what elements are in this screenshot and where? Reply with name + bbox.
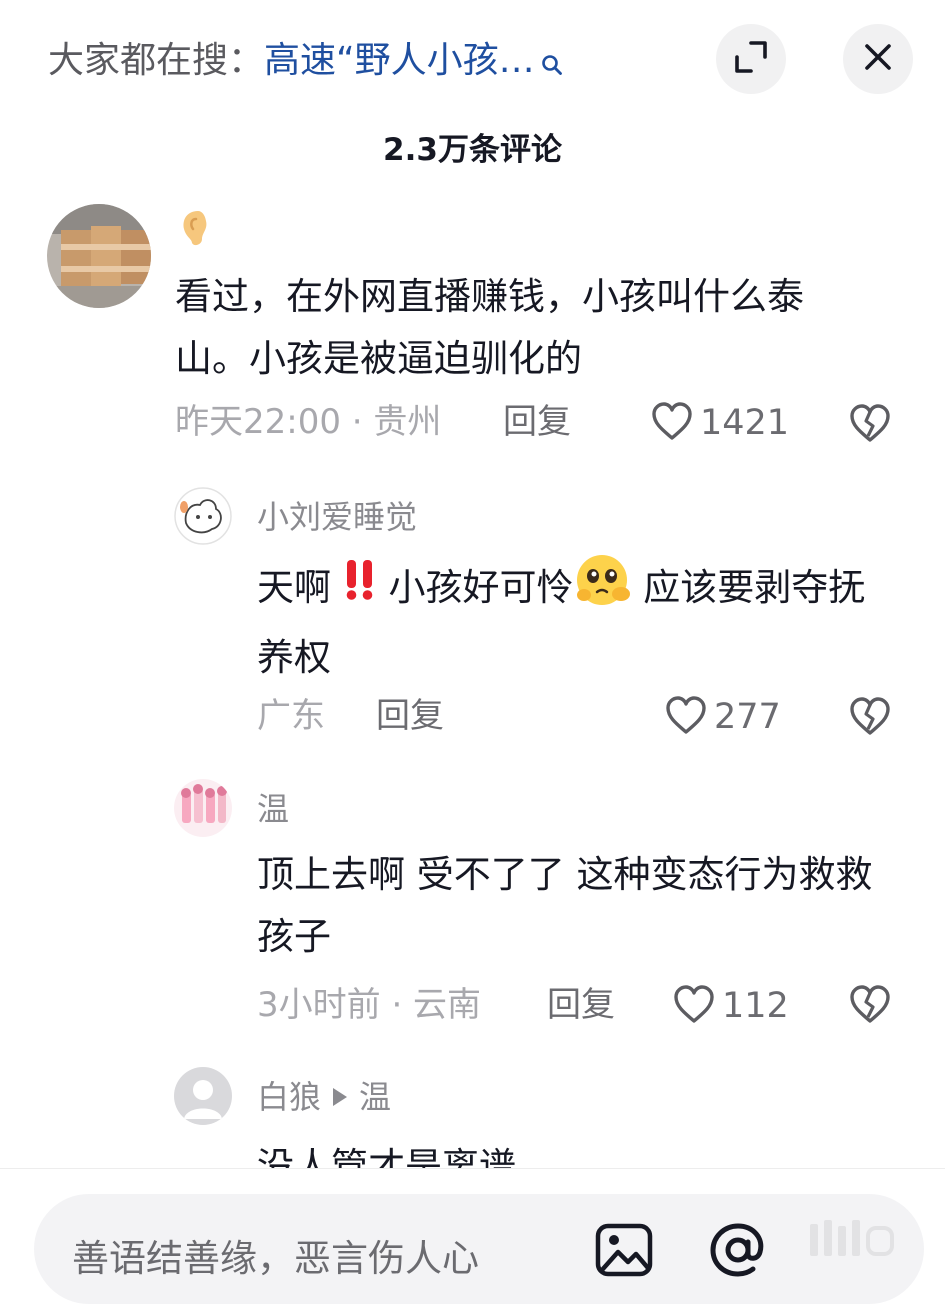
watermark-logo xyxy=(806,1214,902,1268)
comment-text: 没人管才是离谱 xyxy=(257,1145,516,1168)
heart-icon xyxy=(650,400,694,446)
comment-username[interactable]: 白狼 xyxy=(257,1077,321,1117)
like-count: 1421 xyxy=(700,403,790,443)
reply-button[interactable]: 回复 xyxy=(376,694,444,738)
pleading-face-icon xyxy=(574,552,632,627)
dislike-icon[interactable] xyxy=(848,695,892,741)
comment-username[interactable]: 小刘爱睡觉 xyxy=(257,497,417,537)
search-icon xyxy=(541,40,563,90)
reply-button[interactable]: 回复 xyxy=(547,983,615,1027)
like-button[interactable]: 1421 xyxy=(650,400,789,446)
comment-time-location: 昨天22:00 · 贵州 xyxy=(175,402,442,442)
heart-icon xyxy=(664,694,708,740)
double-exclamation-icon xyxy=(343,558,377,621)
comment-text: 天啊 小孩好可怜 应该要剥夺抚养权 xyxy=(257,552,887,689)
ear-emoji-icon xyxy=(178,207,210,251)
hot-search-term[interactable]: 高速“野人小孩… xyxy=(264,40,535,81)
image-icon[interactable] xyxy=(594,1222,654,1282)
play-arrow-icon xyxy=(331,1077,349,1117)
at-icon[interactable] xyxy=(707,1220,769,1284)
comment-text: 看过，在外网直播赚钱，小孩叫什么泰山。小孩是被逼迫驯化的 xyxy=(175,275,804,380)
heart-icon xyxy=(672,983,716,1029)
hot-search-label: 大家都在搜： xyxy=(48,40,265,81)
collapse-button[interactable] xyxy=(716,24,786,94)
close-icon xyxy=(863,42,893,76)
like-count: 112 xyxy=(722,986,789,1026)
reply-username-row: 白狼 温 xyxy=(257,1077,391,1117)
reply-button[interactable]: 回复 xyxy=(503,400,571,444)
comment-location: 广东 xyxy=(257,696,325,736)
close-button[interactable] xyxy=(843,24,913,94)
avatar[interactable] xyxy=(174,487,232,545)
dislike-icon[interactable] xyxy=(848,983,892,1029)
like-button[interactable]: 112 xyxy=(672,983,789,1029)
avatar[interactable] xyxy=(47,204,151,308)
divider xyxy=(0,1168,945,1169)
comment-text-part: 天啊 xyxy=(257,566,331,609)
hot-search-hint[interactable]: 大家都在搜：高速“野人小孩… xyxy=(48,36,563,90)
like-button[interactable]: 277 xyxy=(664,694,781,740)
avatar[interactable] xyxy=(174,779,232,837)
comment-time-location: 3小时前 · 云南 xyxy=(257,985,482,1025)
like-count: 277 xyxy=(714,697,781,737)
comment-text-clip: 没人管才是离谱 xyxy=(257,1136,897,1168)
reply-to-username[interactable]: 温 xyxy=(359,1077,391,1117)
comment-text-part: 小孩好可怜 xyxy=(388,566,574,609)
comment-input-placeholder: 善语结善缘，恶言伤人心 xyxy=(72,1237,479,1280)
comment-count: 2.3万条评论 xyxy=(383,132,562,168)
collapse-icon xyxy=(734,40,768,78)
dislike-icon[interactable] xyxy=(848,402,892,448)
comment-text: 顶上去啊 受不了了 这种变态行为救救孩子 xyxy=(257,853,873,958)
avatar[interactable] xyxy=(174,1067,232,1125)
comment-username[interactable]: 温 xyxy=(257,789,289,829)
